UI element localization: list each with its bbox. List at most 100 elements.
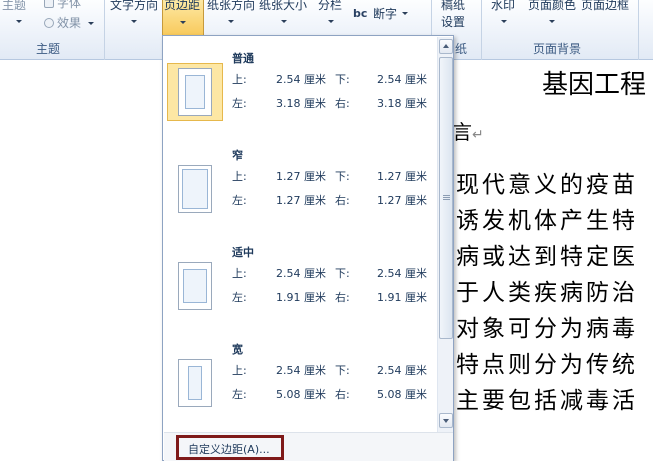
document-line: 病或达到特定医 xyxy=(456,244,638,270)
themes-dropdown-arrow xyxy=(16,20,22,23)
document-page[interactable]: 基因工程 言↵ 现代意义的疫苗 诱发机体产生特 病或达到特定医 于人类疾病防治 … xyxy=(448,61,653,461)
gallery-scrollbar[interactable] xyxy=(437,37,453,432)
draft-group-label: 纸 xyxy=(455,42,468,56)
left-label: 左: xyxy=(232,291,247,304)
right-value: 3.18 厘米 xyxy=(377,97,427,110)
page-margin-icon xyxy=(178,165,212,213)
document-line: 诱发机体产生特 xyxy=(456,208,638,234)
page-margin-icon xyxy=(178,359,212,407)
margin-preset-moderate[interactable]: 适中 上: 2.54 厘米 下: 2.54 厘米 左: 1.91 厘米 右: 1… xyxy=(163,234,433,330)
margin-preset-wide[interactable]: 宽 上: 2.54 厘米 下: 2.54 厘米 左: 5.08 厘米 右: 5.… xyxy=(163,331,433,427)
left-label: 左: xyxy=(232,194,247,207)
right-label: 右: xyxy=(335,194,350,207)
fonts-button[interactable]: 字体 xyxy=(44,0,81,11)
document-line: 特点则分为传统 xyxy=(456,352,638,378)
margin-preset-normal[interactable]: 普通 上: 2.54 厘米 下: 2.54 厘米 左: 3.18 厘米 右: 3… xyxy=(163,40,433,136)
watermark-dropdown-arrow xyxy=(501,20,507,23)
document-line: 现代意义的疫苗 xyxy=(456,172,638,198)
top-value: 2.54 厘米 xyxy=(276,364,326,377)
right-value: 5.08 厘米 xyxy=(377,388,427,401)
preset-name: 宽 xyxy=(232,343,243,356)
draft-paper-setup-label: 设置 xyxy=(441,15,466,29)
scroll-up-button[interactable] xyxy=(439,39,453,54)
left-label: 左: xyxy=(232,97,247,110)
margin-thumbnail-frame xyxy=(167,354,223,412)
orientation-button[interactable]: 纸张方向 xyxy=(207,0,255,13)
chevron-down-icon xyxy=(443,419,449,423)
margins-button[interactable]: 页边距 xyxy=(162,0,204,37)
columns-dropdown-arrow xyxy=(328,20,334,23)
top-label: 上: xyxy=(232,267,247,280)
top-label: 上: xyxy=(232,73,247,86)
group-separator xyxy=(481,0,482,60)
left-value: 3.18 厘米 xyxy=(276,97,326,110)
page-border-button[interactable]: 页面边框 xyxy=(581,0,629,13)
right-label: 右: xyxy=(335,291,350,304)
page-color-button[interactable]: 页面颜色 xyxy=(528,0,576,13)
size-dropdown-arrow xyxy=(281,20,287,23)
size-button[interactable]: 纸张大小 xyxy=(259,0,307,13)
text-direction-dropdown-arrow xyxy=(131,20,137,23)
effects-button[interactable]: 效果 xyxy=(44,14,94,31)
preset-name: 适中 xyxy=(232,246,254,259)
margin-preset-narrow[interactable]: 窄 上: 1.27 厘米 下: 1.27 厘米 左: 1.27 厘米 右: 1.… xyxy=(163,137,433,233)
margin-thumbnail-frame xyxy=(167,160,223,218)
bottom-label: 下: xyxy=(335,267,350,280)
scroll-down-button[interactable] xyxy=(439,413,453,428)
scroll-thumb[interactable] xyxy=(439,57,453,339)
chevron-up-icon xyxy=(443,44,449,48)
group-separator xyxy=(104,0,105,60)
columns-button[interactable]: 分栏 xyxy=(318,0,342,13)
margin-thumbnail-frame xyxy=(167,63,223,121)
left-value: 1.91 厘米 xyxy=(276,291,326,304)
top-value: 2.54 厘米 xyxy=(276,73,326,86)
bottom-value: 2.54 厘米 xyxy=(377,364,427,377)
heading-fragment: 言↵ xyxy=(452,120,484,144)
document-line: 于人类疾病防治 xyxy=(456,280,638,306)
left-value: 5.08 厘米 xyxy=(276,388,326,401)
page-color-dropdown-arrow xyxy=(549,20,555,23)
document-title: 基因工程 xyxy=(542,70,647,100)
page-margin-icon xyxy=(178,262,212,310)
gallery-footer: 自定义边距(A)... xyxy=(164,432,453,461)
margins-gallery: 普通 上: 2.54 厘米 下: 2.54 厘米 左: 3.18 厘米 右: 3… xyxy=(162,35,454,461)
bottom-value: 1.27 厘米 xyxy=(377,170,427,183)
text-direction-button[interactable]: 文字方向 xyxy=(110,0,158,13)
themes-button[interactable]: 主题 xyxy=(2,0,26,13)
draft-paper-button[interactable]: 稿纸 xyxy=(441,0,465,13)
top-value: 1.27 厘米 xyxy=(276,170,326,183)
watermark-button[interactable]: 水印 xyxy=(491,0,515,13)
page-background-group-label: 页面背景 xyxy=(533,42,582,56)
custom-margins-button[interactable]: 自定义边距(A)... xyxy=(176,435,284,460)
preset-name: 普通 xyxy=(232,52,254,65)
right-label: 右: xyxy=(335,97,350,110)
bottom-label: 下: xyxy=(335,73,350,86)
margin-thumbnail-frame xyxy=(167,257,223,315)
top-value: 2.54 厘米 xyxy=(276,267,326,280)
bottom-label: 下: xyxy=(335,170,350,183)
orientation-dropdown-arrow xyxy=(228,20,234,23)
bottom-label: 下: xyxy=(335,364,350,377)
left-label: 左: xyxy=(232,388,247,401)
effects-dropdown-arrow xyxy=(87,22,94,25)
document-line: 主要包括减毒活 xyxy=(456,388,638,414)
hyphenation-dropdown-arrow xyxy=(402,12,408,15)
top-label: 上: xyxy=(232,170,247,183)
page-margin-icon xyxy=(178,68,212,116)
right-label: 右: xyxy=(335,388,350,401)
hyphenation-icon: bc xyxy=(353,7,368,20)
theme-group-label: 主题 xyxy=(36,42,61,56)
top-label: 上: xyxy=(232,364,247,377)
hyphenation-button[interactable]: 断字 xyxy=(373,5,397,22)
left-value: 1.27 厘米 xyxy=(276,194,326,207)
preset-name: 窄 xyxy=(232,149,243,162)
right-value: 1.91 厘米 xyxy=(377,291,427,304)
bottom-value: 2.54 厘米 xyxy=(377,267,427,280)
group-separator xyxy=(638,0,639,60)
right-value: 1.27 厘米 xyxy=(377,194,427,207)
document-line: 对象可分为病毒 xyxy=(456,316,638,342)
theme-fonts-icon xyxy=(44,0,54,8)
theme-effects-icon xyxy=(44,18,54,28)
bottom-value: 2.54 厘米 xyxy=(377,73,427,86)
margins-dropdown-arrow xyxy=(180,21,186,24)
